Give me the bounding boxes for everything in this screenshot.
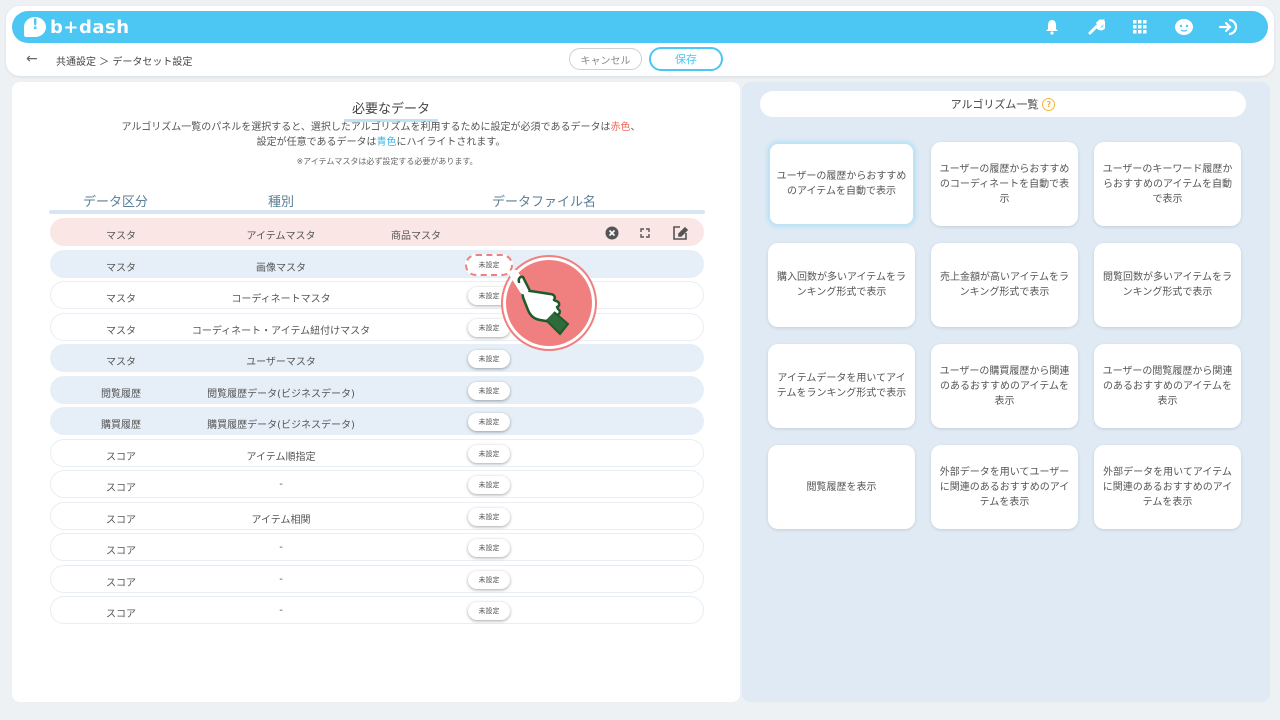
unset-chip[interactable]: 未設定 xyxy=(468,318,510,337)
wrench-icon[interactable] xyxy=(1084,15,1108,39)
table-row[interactable]: スコア アイテム順指定 未設定 xyxy=(50,438,704,467)
save-button[interactable]: 保存 xyxy=(649,47,723,71)
row-category: マスタ xyxy=(106,231,136,242)
row-category: 閲覧履歴 xyxy=(101,388,141,400)
top-bar: b+dash xyxy=(12,11,1268,43)
row-type: - xyxy=(279,479,283,490)
row-type: - xyxy=(279,573,283,585)
unset-chip[interactable]: 未設定 xyxy=(468,476,510,494)
grid-icon[interactable] xyxy=(1128,15,1152,39)
row-type: アイテムマスタ xyxy=(246,231,316,242)
table-row[interactable]: 購買履歴 購買履歴データ(ビジネスデータ) 未設定 xyxy=(50,407,704,435)
table-row[interactable]: マスタ コーディネートマスタ 未設定 xyxy=(50,281,704,309)
algorithm-card[interactable]: アイテムデータを用いてアイテムをランキング形式で表示 xyxy=(768,344,915,428)
unset-chip[interactable]: 未設定 xyxy=(468,413,510,431)
row-type: - xyxy=(279,605,283,616)
remove-icon[interactable] xyxy=(605,226,619,243)
row-category: スコア xyxy=(106,609,136,620)
row-type: ユーザーマスタ xyxy=(246,357,316,368)
cancel-button[interactable]: キャンセル xyxy=(569,48,642,70)
row-actions xyxy=(605,224,689,245)
table-row[interactable]: マスタ ユーザーマスタ 未設定 xyxy=(50,344,704,372)
row-type: アイテム相関 xyxy=(251,514,311,526)
algorithm-card[interactable]: ユーザーの購買履歴から関連のあるおすすめのアイテムを表示 xyxy=(931,344,1078,428)
row-type: - xyxy=(279,542,283,553)
algorithm-list-title: アルゴリズム一覧 ? xyxy=(760,91,1246,117)
unset-chip[interactable]: 未設定 xyxy=(468,444,510,463)
row-file-name: 商品マスタ xyxy=(391,231,441,242)
required-note: ※アイテムマスタは必ず設定する必要があります。 xyxy=(296,157,478,166)
row-type: アイテム順指定 xyxy=(246,451,316,463)
logo[interactable]: b+dash xyxy=(24,15,130,39)
algorithm-card[interactable]: 購入回数が多いアイテムをランキング形式で表示 xyxy=(768,243,915,327)
header-file: データファイル名 xyxy=(492,195,597,210)
breadcrumb: 共通設定 ＞ データセット設定 xyxy=(56,57,193,68)
help-icon[interactable]: ? xyxy=(1042,97,1056,111)
sub-bar: ← 共通設定 ＞ データセット設定 キャンセル 保存 xyxy=(6,46,1274,74)
algorithm-card[interactable]: ユーザーのキーワード履歴からおすすめのアイテムを自動で表示 xyxy=(1094,142,1241,226)
unset-chip[interactable]: 未設定 xyxy=(468,602,510,620)
algorithm-card[interactable]: 閲覧履歴を表示 xyxy=(768,445,915,529)
table-row[interactable]: マスタ アイテムマスタ 商品マスタ xyxy=(50,218,704,246)
algorithm-card[interactable]: 外部データを用いてアイテムに関連のあるおすすめのアイテムを表示 xyxy=(1094,445,1241,529)
row-category: スコア xyxy=(106,514,136,526)
row-category: 購買履歴 xyxy=(101,420,141,431)
bell-icon[interactable] xyxy=(1040,15,1064,39)
table-row[interactable]: マスタ コーディネート・アイテム紐付けマスタ 未設定 xyxy=(50,312,704,341)
row-category: スコア xyxy=(106,546,136,557)
logo-bubble-icon xyxy=(24,17,46,37)
table-row[interactable]: スコア アイテム相関 未設定 xyxy=(50,501,704,530)
unset-chip[interactable]: 未設定 xyxy=(468,570,510,589)
header-type: 種別 xyxy=(268,195,295,210)
table-row[interactable]: マスタ 画像マスタ 未設定 xyxy=(50,249,704,278)
header-category: データ区分 xyxy=(83,195,149,210)
row-category: マスタ xyxy=(106,262,136,274)
row-category: スコア xyxy=(106,451,136,463)
row-type: 購買履歴データ(ビジネスデータ) xyxy=(207,420,355,431)
header-divider xyxy=(49,210,705,214)
unset-chip[interactable]: 未設定 xyxy=(468,350,510,368)
algorithm-list-title-text: アルゴリズム一覧 xyxy=(950,98,1039,111)
face-icon[interactable] xyxy=(1172,15,1196,39)
back-arrow-icon[interactable]: ← xyxy=(26,51,38,67)
logo-text: b+dash xyxy=(50,16,130,38)
required-data-panel: 必要なデータ アルゴリズム一覧のパネルを選択すると、選択したアルゴリズムを利用す… xyxy=(12,82,740,702)
edit-icon[interactable] xyxy=(671,224,689,245)
algorithm-card[interactable]: ユーザーの履歴からおすすめのコーディネートを自動で表示 xyxy=(931,142,1078,226)
required-data-title: 必要なデータ xyxy=(12,98,770,122)
table-row[interactable]: スコア - 未設定 xyxy=(50,564,704,593)
row-type: コーディネートマスタ xyxy=(231,294,331,305)
row-category: マスタ xyxy=(106,294,136,305)
row-category: マスタ xyxy=(106,325,136,337)
required-data-description: アルゴリズム一覧のパネルを選択すると、選択したアルゴリズムを利用するために設定が… xyxy=(121,122,641,148)
algorithm-card[interactable]: 売上金額が高いアイテムをランキング形式で表示 xyxy=(931,243,1078,327)
row-category: マスタ xyxy=(106,357,136,368)
row-category: スコア xyxy=(106,577,136,589)
algorithm-card[interactable]: 閲覧回数が多いアイテムをランキング形式で表示 xyxy=(1094,243,1241,327)
algorithm-card[interactable]: ユーザーの履歴からおすすめのアイテムを自動で表示 xyxy=(768,142,915,226)
row-type: 画像マスタ xyxy=(256,262,306,274)
table-row[interactable]: スコア - 未設定 xyxy=(50,533,704,561)
logout-icon[interactable] xyxy=(1216,15,1240,39)
pointer-hand-icon xyxy=(503,257,595,349)
algorithm-card[interactable]: 外部データを用いてユーザーに関連のあるおすすめのアイテムを表示 xyxy=(931,445,1078,529)
table-row[interactable]: スコア - 未設定 xyxy=(50,470,704,498)
table-row[interactable]: スコア - 未設定 xyxy=(50,596,704,624)
table-row[interactable]: 閲覧履歴 閲覧履歴データ(ビジネスデータ) 未設定 xyxy=(50,375,704,404)
expand-icon[interactable] xyxy=(639,227,651,242)
header-icons xyxy=(1040,15,1240,39)
unset-chip[interactable]: 未設定 xyxy=(468,381,510,400)
algorithm-card[interactable]: ユーザーの閲覧履歴から関連のあるおすすめのアイテムを表示 xyxy=(1094,344,1241,428)
unset-chip[interactable]: 未設定 xyxy=(468,507,510,526)
row-type: コーディネート・アイテム紐付けマスタ xyxy=(191,325,371,337)
unset-chip[interactable]: 未設定 xyxy=(468,539,510,557)
row-type: 閲覧履歴データ(ビジネスデータ) xyxy=(207,388,355,400)
row-category: スコア xyxy=(106,483,136,494)
